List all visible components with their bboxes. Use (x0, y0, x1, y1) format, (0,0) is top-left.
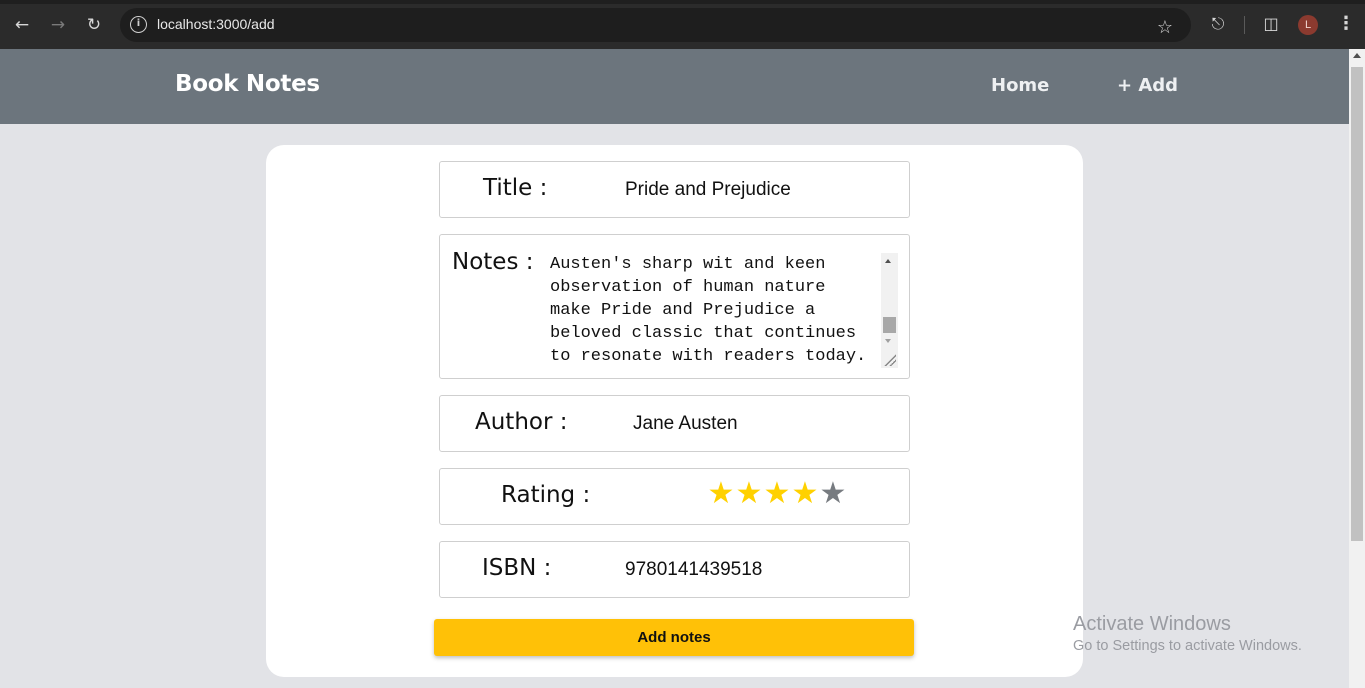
author-field[interactable]: Author : Jane Austen (439, 395, 910, 452)
site-header: Book Notes Home + Add (0, 49, 1349, 124)
watermark-title: Activate Windows (1073, 613, 1231, 635)
star-icon[interactable]: ★ (791, 479, 819, 509)
forward-icon[interactable]: → (46, 13, 70, 37)
rating-field: Rating : ★ ★ ★ ★ ★ (439, 468, 910, 525)
tab-strip (0, 0, 1365, 4)
nav-add-link[interactable]: + Add (1117, 75, 1178, 96)
isbn-label: ISBN : (482, 555, 552, 581)
author-label: Author : (475, 409, 568, 435)
brand-logo[interactable]: Book Notes (175, 71, 320, 97)
kebab-menu-icon[interactable]: ⋮ (1337, 13, 1355, 35)
notes-scroll-up-icon[interactable] (885, 259, 891, 263)
back-icon[interactable]: ← (10, 13, 34, 37)
toolbar-divider (1244, 16, 1245, 34)
site-info-icon[interactable]: i (130, 16, 147, 33)
extensions-puzzle-icon[interactable]: ⎋ (1207, 13, 1229, 35)
side-panel-icon[interactable]: ◫ (1260, 13, 1282, 35)
title-label: Title : (483, 175, 548, 201)
isbn-field[interactable]: ISBN : 9780141439518 (439, 541, 910, 598)
notes-textarea[interactable]: Austen's sharp wit and keen observation … (550, 253, 880, 369)
nav-home-link[interactable]: Home (991, 75, 1049, 96)
notes-scroll-thumb[interactable] (883, 317, 896, 333)
isbn-input[interactable]: 9780141439518 (625, 559, 762, 581)
star-rating[interactable]: ★ ★ ★ ★ ★ (707, 479, 847, 511)
address-bar[interactable]: i localhost:3000/add ☆ (120, 8, 1191, 42)
star-icon[interactable]: ★ (763, 479, 791, 509)
star-icon[interactable]: ★ (735, 479, 763, 509)
reload-icon[interactable]: ↻ (82, 13, 106, 37)
notes-scroll-down-icon[interactable] (885, 339, 891, 343)
watermark-subtitle: Go to Settings to activate Windows. (1073, 638, 1302, 654)
browser-toolbar: ← → ↻ i localhost:3000/add ☆ ⎋ ◫ L ⋮ (0, 0, 1365, 49)
notes-scrollbar[interactable] (881, 253, 898, 368)
scroll-up-arrow-icon[interactable] (1353, 53, 1361, 58)
title-input[interactable]: Pride and Prejudice (625, 179, 791, 201)
notes-field[interactable]: Notes : Austen's sharp wit and keen obse… (439, 234, 910, 379)
add-book-form-card: Title : Pride and Prejudice Notes : Aust… (266, 145, 1083, 677)
url-text[interactable]: localhost:3000/add (157, 16, 275, 32)
scrollbar-thumb[interactable] (1351, 67, 1363, 541)
activate-windows-watermark: Activate Windows Go to Settings to activ… (1073, 613, 1302, 654)
rating-label: Rating : (501, 482, 591, 508)
resize-grip-icon[interactable] (883, 353, 896, 366)
author-input[interactable]: Jane Austen (633, 413, 738, 435)
star-icon[interactable]: ★ (707, 479, 735, 509)
add-notes-button[interactable]: Add notes (434, 619, 914, 656)
page-scrollbar[interactable] (1349, 49, 1365, 688)
star-icon[interactable]: ★ (819, 479, 847, 509)
notes-label: Notes : (452, 249, 534, 275)
bookmark-star-icon[interactable]: ☆ (1151, 13, 1179, 43)
profile-avatar[interactable]: L (1298, 15, 1318, 35)
title-field[interactable]: Title : Pride and Prejudice (439, 161, 910, 218)
